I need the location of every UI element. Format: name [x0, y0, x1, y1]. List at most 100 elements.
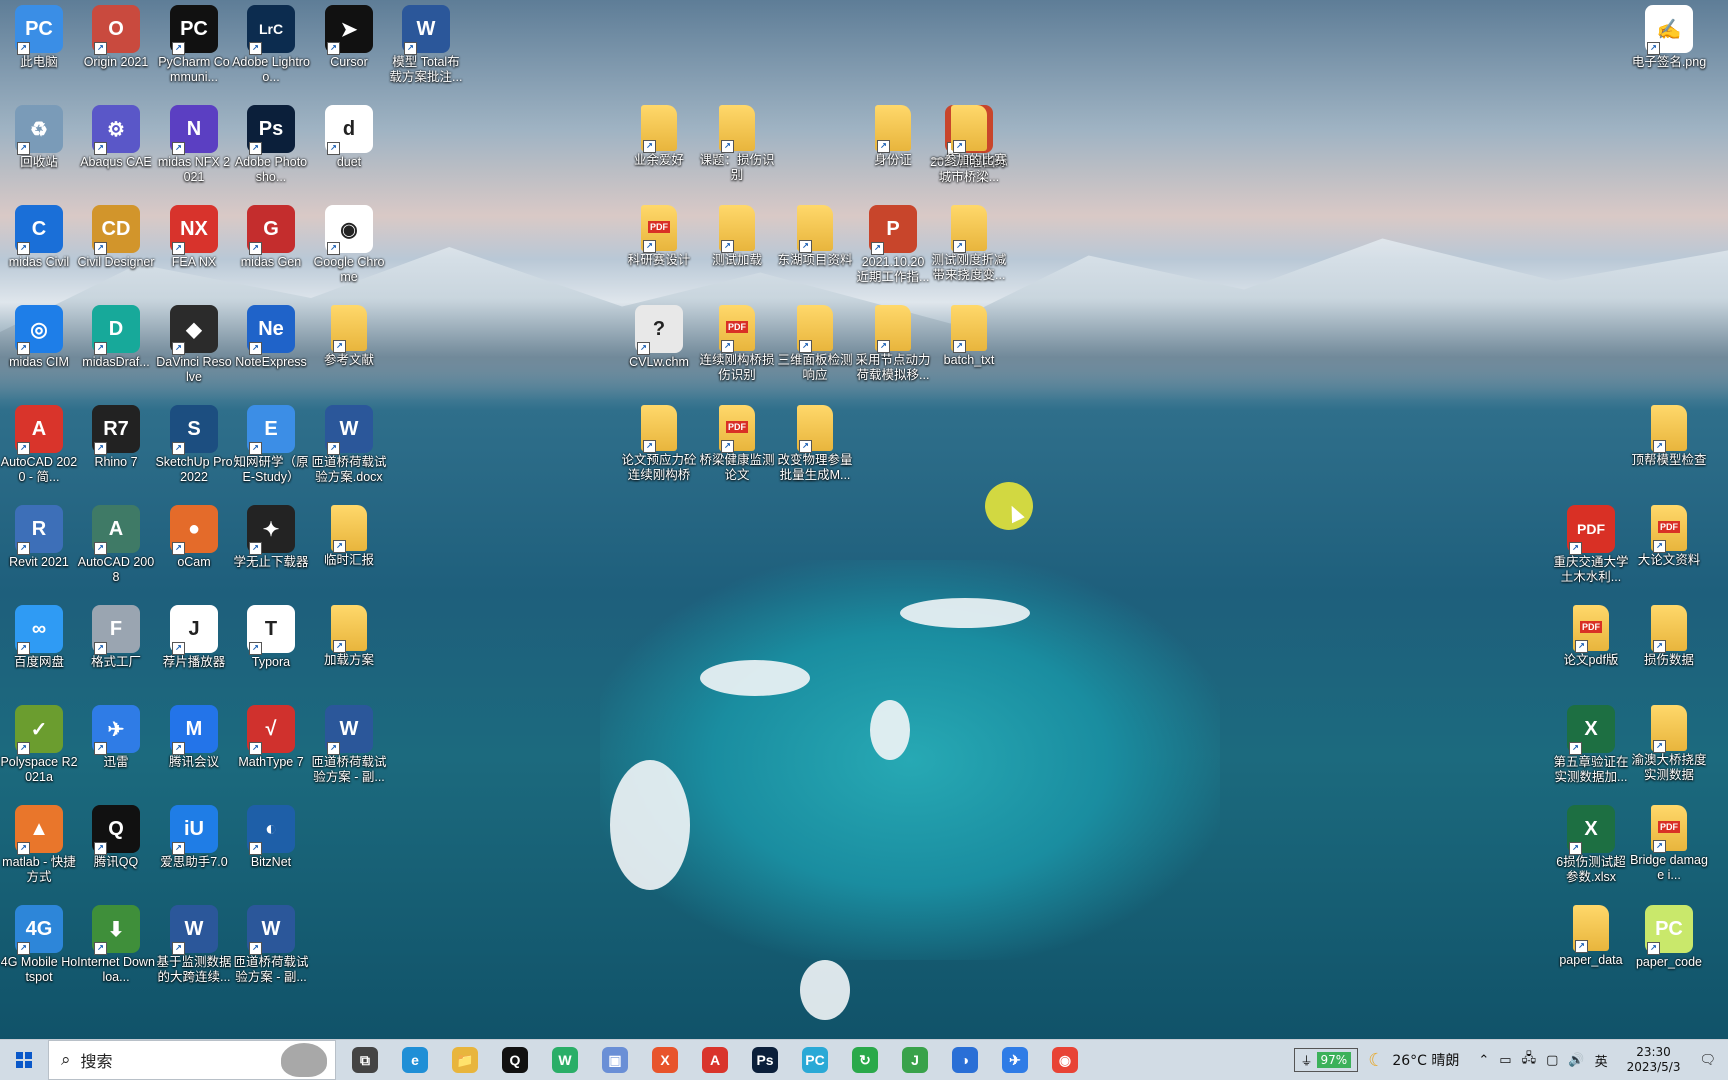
desktop-icon-folder-3d-panel[interactable]: ↗ 三维面板检测响应 [776, 305, 854, 383]
desktop-icon-duet[interactable]: d ↗ duet [310, 105, 388, 170]
desktop-icon-file-cvlw-chm[interactable]: ? ↗ CVLw.chm [620, 305, 698, 370]
desktop-icon-xuewuzhi-downloader[interactable]: ✦ ↗ 学无止下载器 [232, 505, 310, 570]
desktop-icon-civil-designer[interactable]: CD ↗ Civil Designer [77, 205, 155, 270]
desktop-icon-mathtype[interactable]: √ ↗ MathType 7 [232, 705, 310, 770]
taskbar-app-qq[interactable]: Q [490, 1040, 540, 1080]
taskbar-app-task-view[interactable]: ⧉ [340, 1040, 390, 1080]
desktop-icon-folder-damage-data[interactable]: ↗ 损伤数据 [1630, 605, 1708, 668]
desktop-icon-rhino-7[interactable]: R7 ↗ Rhino 7 [77, 405, 155, 470]
taskbar-app-xunlei[interactable]: ✈ [990, 1040, 1040, 1080]
taskbar-app-image-viewer[interactable]: ▣ [590, 1040, 640, 1080]
desktop-icon-pycharm[interactable]: PC ↗ PyCharm Communi... [155, 5, 233, 85]
desktop-icon-format-factory[interactable]: F ↗ 格式工厂 [77, 605, 155, 670]
tray-app-icon[interactable]: ▭ [1499, 1053, 1511, 1068]
desktop-icon-polyspace[interactable]: ✓ ↗ Polyspace R2021a [0, 705, 78, 785]
desktop-icon-folder-yuao-bridge[interactable]: ↗ 渝澳大桥挠度实测数据 [1630, 705, 1708, 783]
taskbar-app-wechat[interactable]: W [540, 1040, 590, 1080]
taskbar-app-xmind[interactable]: X [640, 1040, 690, 1080]
volume-icon[interactable]: 🔊 [1568, 1053, 1584, 1068]
taskbar-app-chrome[interactable]: ◉ [1040, 1040, 1090, 1080]
desktop-icon-recycle-bin[interactable]: ♻ ↗ 回收站 [0, 105, 78, 170]
desktop-icon-google-chrome[interactable]: ◉ ↗ Google Chrome [310, 205, 388, 285]
desktop-icon-baidu-netdisk[interactable]: ∞ ↗ 百度网盘 [0, 605, 78, 670]
taskbar-app-edge[interactable]: e [390, 1040, 440, 1080]
desktop-icon-jianpian-player[interactable]: J ↗ 荐片播放器 [155, 605, 233, 670]
display-icon[interactable]: ▢ [1546, 1053, 1558, 1068]
taskbar-app-photoshop[interactable]: Ps [740, 1040, 790, 1080]
desktop-icon-folder-research-design[interactable]: ↗科研赛设计 [620, 205, 698, 268]
desktop-icon-noteexpress[interactable]: Ne ↗ NoteExpress [232, 305, 310, 370]
desktop-icon-photoshop[interactable]: Ps ↗ Adobe Photosho... [232, 105, 310, 185]
desktop-icon-fea-nx[interactable]: NX ↗ FEA NX [155, 205, 233, 270]
desktop-icon-folder-stiffness-test[interactable]: ↗ 测试刚度折减带来挠度变... [930, 205, 1008, 283]
desktop-icon-folder-id-card[interactable]: ↗ 身份证 [854, 105, 932, 168]
desktop-icon-folder-batch-txt[interactable]: ↗ batch_txt [930, 305, 1008, 368]
desktop-icon-sketchup[interactable]: S ↗ SketchUp Pro 2022 [155, 405, 233, 485]
desktop-icon-mobile-hotspot[interactable]: 4G ↗ 4G Mobile Hotspot [0, 905, 78, 985]
taskbar-app-jupyter[interactable]: J [890, 1040, 940, 1080]
desktop-icon-midas-cim[interactable]: ◎ ↗ midas CIM [0, 305, 78, 370]
desktop-icon-folder-temp-report[interactable]: ↗ 临时汇报 [310, 505, 388, 568]
desktop-icon-pdf-cqjtu[interactable]: PDF ↗ 重庆交通大学土木水利... [1552, 505, 1630, 585]
taskbar-app-refresh-tool[interactable]: ↻ [840, 1040, 890, 1080]
desktop-icon-davinci-resolve[interactable]: ◆ ↗ DaVinci Resolve [155, 305, 233, 385]
desktop-icon-matlab[interactable]: ▲ ↗ matlab - 快捷方式 [0, 805, 78, 885]
desktop-icon-lightroom[interactable]: LrC ↗ Adobe Lightroo... [232, 5, 310, 85]
desktop-icon-cursor-app[interactable]: ➤ ↗ Cursor [310, 5, 388, 70]
desktop-icon-xunlei[interactable]: ✈ ↗ 迅雷 [77, 705, 155, 770]
desktop-icon-e-study[interactable]: E ↗ 知网研学（原E-Study） [232, 405, 310, 485]
weather-widget[interactable]: ☾ 26°C 晴朗 [1368, 1050, 1459, 1071]
desktop-icon-folder-damage-id[interactable]: ↗ 课题：损伤识别 [698, 105, 776, 183]
taskbar-app-file-explorer[interactable]: 📁 [440, 1040, 490, 1080]
desktop-icon-folder-bridge-damage[interactable]: ↗Bridge damage i... [1630, 805, 1708, 883]
desktop-icon-abaqus[interactable]: ⚙ ↗ Abaqus CAE [77, 105, 155, 170]
desktop-icon-folder-test-loading[interactable]: ↗ 测试加载 [698, 205, 776, 268]
desktop-icon-autocad-2008[interactable]: A ↗ AutoCAD 2008 [77, 505, 155, 585]
desktop-icon-midas-gen[interactable]: G ↗ midas Gen [232, 205, 310, 270]
desktop-icon-folder-loading-plan[interactable]: ↗ 加载方案 [310, 605, 388, 668]
desktop-icon-xlsx-hyperparams[interactable]: X ↗ 6损伤测试超参数.xlsx [1552, 805, 1630, 885]
desktop-icon-doc-ramp-bridge-copy[interactable]: W ↗ 匝道桥荷载试验方案 - 副... [310, 705, 388, 785]
desktop-icon-midas-drafter[interactable]: D ↗ midasDraf... [77, 305, 155, 370]
desktop-icon-folder-references[interactable]: ↗ 参考文献 [310, 305, 388, 368]
taskbar-search[interactable]: ⌕ 搜索 [48, 1040, 336, 1080]
start-button[interactable] [0, 1040, 48, 1080]
desktop-icon-aisi-helper[interactable]: iU ↗ 爱思助手7.0 [155, 805, 233, 870]
desktop-icon-file-signature[interactable]: ✍ ↗ 电子签名.png [1630, 5, 1708, 70]
battery-indicator[interactable]: ⏚ 97% [1293, 1048, 1359, 1072]
desktop-icon-folder-donghu[interactable]: ↗ 东湖项目资料 [776, 205, 854, 268]
desktop-icon-folder-paper-code[interactable]: PC ↗ paper_code [1630, 905, 1708, 970]
notification-icon[interactable]: 🗨 [1699, 1053, 1716, 1068]
desktop-icon-this-pc[interactable]: PC ↗ 此电脑 [0, 5, 78, 70]
desktop-icon-folder-rigid-frame[interactable]: ↗连续刚构桥损伤识别 [698, 305, 776, 383]
desktop-icon-doc-model-total[interactable]: W ↗ 模型 Total布载方案批注... [387, 5, 465, 85]
network-icon[interactable]: 🖧 [1522, 1049, 1537, 1071]
desktop-icon-typora[interactable]: T ↗ Typora [232, 605, 310, 670]
desktop-icon-folder-paper-data[interactable]: ↗ paper_data [1552, 905, 1630, 968]
taskbar-app-pycharm[interactable]: PC [790, 1040, 840, 1080]
desktop-icon-folder-batch-generate[interactable]: ↗ 改变物理参量批量生成M... [776, 405, 854, 483]
desktop-icon-folder-node-load[interactable]: ↗ 采用节点动力荷载模拟移... [854, 305, 932, 383]
desktop-icon-folder-thesis-pdf[interactable]: ↗论文pdf版 [1552, 605, 1630, 668]
ime-indicator[interactable]: 英 [1595, 1051, 1608, 1070]
desktop-icon-folder-hobby[interactable]: ↗ 业余爱好 [620, 105, 698, 168]
desktop-icon-ppt-recent-work[interactable]: P ↗ 2021.10.20 近期工作指... [854, 205, 932, 285]
desktop-icon-ocam[interactable]: ● ↗ oCam [155, 505, 233, 570]
desktop-icon-doc-monitoring[interactable]: W ↗ 基于监测数据的大跨连续... [155, 905, 233, 985]
clock[interactable]: 23:30 2023/5/3 [1627, 1045, 1681, 1075]
desktop-icon-tencent-qq[interactable]: Q ↗ 腾讯QQ [77, 805, 155, 870]
desktop-icon-folder-prestressed[interactable]: ↗ 论文预应力砼连续刚构桥 [620, 405, 698, 483]
desktop-icon-bitznet[interactable]: ◐ ↗ BitzNet [232, 805, 310, 870]
chevron-up-icon[interactable]: ⌃ [1478, 1053, 1489, 1068]
desktop-icon-folder-model-check[interactable]: ↗ 顶帮模型检查 [1630, 405, 1708, 468]
taskbar-app-browser-2[interactable]: ◑ [940, 1040, 990, 1080]
desktop-icon-midas-nfx[interactable]: N ↗ midas NFX 2021 [155, 105, 233, 185]
desktop-icon-folder-thesis-materials[interactable]: ↗大论文资料 [1630, 505, 1708, 568]
desktop-icon-tencent-meeting[interactable]: M ↗ 腾讯会议 [155, 705, 233, 770]
desktop-icon-doc-ramp-bridge-copy2[interactable]: W ↗ 匝道桥荷载试验方案 - 副... [232, 905, 310, 985]
desktop-icon-revit-2021[interactable]: R ↗ Revit 2021 [0, 505, 78, 570]
desktop-icon-doc-ramp-bridge[interactable]: W ↗ 匝道桥荷载试验方案.docx [310, 405, 388, 485]
taskbar-app-acrobat[interactable]: A [690, 1040, 740, 1080]
desktop-icon-autocad-2020[interactable]: A ↗ AutoCAD 2020 - 简... [0, 405, 78, 485]
desktop-icon-origin-2021[interactable]: O ↗ Origin 2021 [77, 5, 155, 70]
